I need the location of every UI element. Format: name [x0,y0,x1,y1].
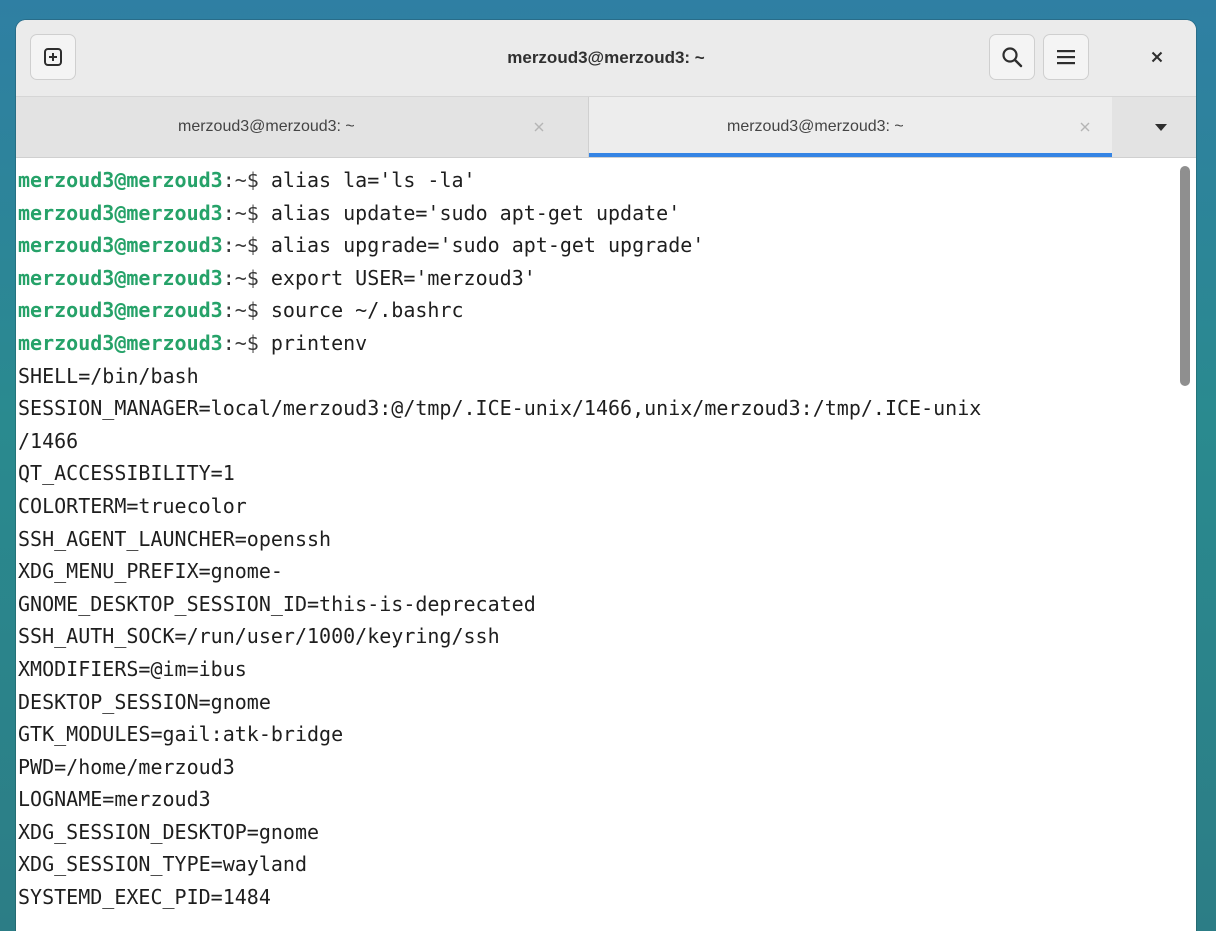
prompt-line: merzoud3@merzoud3:~$ source ~/.bashrc [18,294,1168,327]
prompt-path: :~$ [222,233,259,258]
output-line: COLORTERM=truecolor [18,493,247,518]
prompt-command: source ~/.bashrc [258,298,464,323]
terminal-text: merzoud3@merzoud3:~$ alias la='ls -la' me… [18,164,1168,914]
search-icon [1002,47,1023,68]
tab-label: merzoud3@merzoud3: ~ [727,118,904,135]
tab-list-button[interactable] [1140,111,1182,143]
output-line: GTK_MODULES=gail:atk-bridge [18,722,344,747]
prompt-user: merzoud3@merzoud3 [18,168,223,192]
prompt-user: merzoud3@merzoud3 [18,200,223,225]
tab-terminal-2[interactable]: merzoud3@merzoud3: ~ [588,97,1112,157]
chevron-down-icon [1155,123,1167,131]
prompt-line: merzoud3@merzoud3:~$ alias upgrade='sudo… [18,229,1168,262]
terminal-output-area[interactable]: merzoud3@merzoud3:~$ alias la='ls -la' me… [16,158,1196,931]
close-icon [534,122,544,132]
main-menu-button[interactable] [1043,34,1089,80]
output-line: /1466 [18,428,79,453]
scrollbar-thumb[interactable] [1180,166,1190,386]
plus-square-icon [44,48,62,66]
output-line: SSH_AUTH_SOCK=/run/user/1000/keyring/ssh [18,624,500,649]
window-title: merzoud3@merzoud3: ~ [507,48,705,67]
output-line: SHELL=/bin/bash [18,363,199,388]
prompt-user: merzoud3@merzoud3 [18,298,223,323]
search-button[interactable] [989,34,1035,80]
prompt-user: merzoud3@merzoud3 [18,265,223,290]
tab-terminal-1[interactable]: merzoud3@merzoud3: ~ [16,97,588,157]
close-window-button[interactable] [1134,34,1180,80]
prompt-user: merzoud3@merzoud3 [18,330,223,355]
tab-bar: merzoud3@merzoud3: ~ merzoud3@merzoud3: … [16,97,1196,158]
output-line: LOGNAME=merzoud3 [18,787,211,812]
output-line: XDG_SESSION_TYPE=wayland [18,852,307,877]
prompt-path: :~$ [222,200,259,225]
prompt-line: merzoud3@merzoud3:~$ alias update='sudo … [18,197,1168,230]
prompt-line: merzoud3@merzoud3:~$ export USER='merzou… [18,262,1168,295]
prompt-path: :~$ [222,168,259,192]
prompt-command: export USER='merzoud3' [258,265,536,290]
prompt-path: :~$ [222,265,259,290]
prompt-command: alias update='sudo apt-get update' [258,200,681,225]
output-line: XDG_SESSION_DESKTOP=gnome [18,819,320,844]
prompt-path: :~$ [222,330,259,355]
prompt-path: :~$ [222,298,259,323]
output-line: DESKTOP_SESSION=gnome [18,689,271,714]
prompt-command: printenv [258,330,368,355]
output-line: PWD=/home/merzoud3 [18,754,235,779]
tab-label: merzoud3@merzoud3: ~ [178,118,355,135]
output-line: XMODIFIERS=@im=ibus [18,656,247,681]
output-line: QT_ACCESSIBILITY=1 [18,461,235,486]
new-tab-button[interactable] [30,34,76,80]
close-icon [1080,122,1090,132]
terminal-scrollbar[interactable] [1174,160,1196,931]
close-icon [1151,51,1163,63]
tab-close-button[interactable] [1072,114,1098,140]
prompt-line: merzoud3@merzoud3:~$ printenv [18,327,1168,360]
prompt-user: merzoud3@merzoud3 [18,233,223,258]
prompt-line: merzoud3@merzoud3:~$ alias la='ls -la' [18,164,1168,197]
terminal-window: merzoud3@merzoud3: ~ merzoud3@merzoud3: … [16,20,1196,931]
tab-close-button[interactable] [526,114,552,140]
output-line: XDG_MENU_PREFIX=gnome- [18,559,283,584]
output-line: GNOME_DESKTOP_SESSION_ID=this-is-depreca… [18,591,536,616]
output-line: SYSTEMD_EXEC_PID=1484 [18,885,271,910]
output-line: SSH_AGENT_LAUNCHER=openssh [18,526,332,551]
header-bar: merzoud3@merzoud3: ~ [16,20,1196,97]
prompt-command: alias la='ls -la' [258,168,476,192]
hamburger-menu-icon [1057,50,1075,65]
prompt-command: alias upgrade='sudo apt-get upgrade' [258,233,705,258]
output-line: SESSION_MANAGER=local/merzoud3:@/tmp/.IC… [18,396,982,421]
